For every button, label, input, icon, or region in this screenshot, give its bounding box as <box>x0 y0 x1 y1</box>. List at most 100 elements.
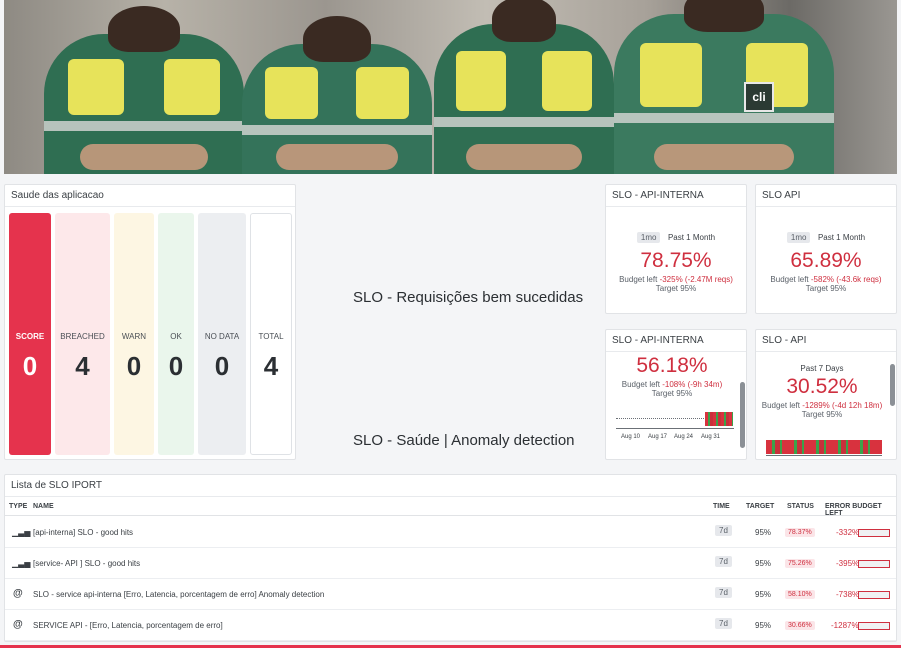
error-budget-value: -395% <box>836 559 860 568</box>
col-status[interactable]: STATUS <box>787 503 814 510</box>
error-budget-bar <box>858 622 890 630</box>
budget-prefix: Budget left <box>761 401 803 410</box>
status-badge: 58.10% <box>785 590 815 599</box>
slo-name[interactable]: SERVICE API - [Erro, Latencia, porcentag… <box>33 621 223 630</box>
time-badge: 7d <box>715 587 732 598</box>
banner-worker <box>614 0 834 174</box>
budget-left: Budget left -108% (-9h 34m) <box>606 380 738 389</box>
col-name[interactable]: NAME <box>33 503 54 510</box>
warn-tile[interactable]: WARN 0 <box>114 213 154 455</box>
history-bar <box>766 440 882 454</box>
ok-tile[interactable]: OK 0 <box>158 213 194 455</box>
slo-api-interna-anomaly-card[interactable]: SLO - API-INTERNA 56.18% Budget left -10… <box>605 329 747 460</box>
error-budget-bar <box>858 591 890 599</box>
target-value: 95% <box>755 559 772 568</box>
status-badge: 75.26% <box>785 559 815 568</box>
slo-api-card[interactable]: SLO API 1mo Past 1 Month 65.89% Budget l… <box>755 184 897 314</box>
error-budget-bar <box>858 529 890 537</box>
target-value: 95% <box>755 621 772 630</box>
banner-worker <box>242 16 432 174</box>
slo-target: Target 95% <box>655 284 697 293</box>
slo-value: 56.18% <box>636 354 708 377</box>
axis-tick-label: Aug 17 <box>648 434 668 440</box>
slo-name[interactable]: SLO - service api-interna [Erro, Latenci… <box>33 590 324 599</box>
target-value: 95% <box>755 590 772 599</box>
anomaly-section-title: SLO - Saúde | Anomaly detection <box>353 432 575 449</box>
scrollbar[interactable] <box>890 364 895 406</box>
history-baseline <box>616 418 706 419</box>
bar-chart-icon: ▁▃▅ <box>12 528 31 537</box>
error-budget-value: -738% <box>836 590 860 599</box>
budget-left: Budget left -1289% (-4d 12h 18m) <box>756 401 888 410</box>
total-tile[interactable]: TOTAL 4 <box>250 213 292 455</box>
col-target[interactable]: TARGET <box>746 503 774 510</box>
tile-value: 4 <box>75 351 90 381</box>
time-window-badge: 1mo <box>636 232 661 243</box>
bar-chart-icon: ▁▃▅ <box>12 559 31 568</box>
slo-card-title: SLO - API <box>756 330 896 352</box>
slo-card-title: SLO API <box>756 185 896 207</box>
axis-tick-label: Aug 31 <box>701 434 721 440</box>
company-logo-icon: cli <box>744 82 774 112</box>
slo-list-title: Lista de SLO IPORT <box>5 475 896 497</box>
saude-card: Saude das aplicacao SCORE 0 BREACHED 4 W… <box>4 184 296 460</box>
budget-left: Budget left -582% (-43.6k reqs) <box>756 275 896 284</box>
axis-tick-label: Aug 24 <box>674 434 694 440</box>
budget-value: -1289% (-4d 12h 18m) <box>802 401 883 410</box>
slo-target: Target 95% <box>805 284 847 293</box>
tile-label: WARN <box>121 332 147 341</box>
table-header: TYPE NAME TIME TARGET STATUS ERROR BUDGE… <box>5 498 896 517</box>
slo-target: Target 95% <box>651 389 693 398</box>
table-row[interactable]: ▁▃▅ [service- API ] SLO - good hits 7d 9… <box>5 548 896 579</box>
budget-value: -108% (-9h 34m) <box>662 380 723 389</box>
slo-api-interna-card[interactable]: SLO - API-INTERNA 1mo Past 1 Month 78.75… <box>605 184 747 314</box>
slo-target: Target 95% <box>801 410 843 419</box>
budget-left: Budget left -325% (-2.47M reqs) <box>606 275 746 284</box>
tile-value: 4 <box>263 351 279 381</box>
breached-tile[interactable]: BREACHED 4 <box>55 213 110 455</box>
score-tile[interactable]: SCORE 0 <box>9 213 51 455</box>
col-time[interactable]: TIME <box>713 503 730 510</box>
tile-label: NO DATA <box>204 332 240 341</box>
history-bar <box>705 412 733 426</box>
col-error-budget[interactable]: ERROR BUDGET LEFT <box>825 503 896 517</box>
budget-value: -582% (-43.6k reqs) <box>810 275 882 284</box>
slo-card-title: SLO - API-INTERNA <box>606 330 746 352</box>
status-badge: 78.37% <box>785 528 815 537</box>
banner-worker <box>434 0 614 174</box>
tile-value: 0 <box>126 351 142 381</box>
slo-name[interactable]: [service- API ] SLO - good hits <box>33 559 140 568</box>
axis-tick-label: Aug 10 <box>621 434 641 440</box>
budget-prefix: Budget left <box>619 275 660 284</box>
no-data-tile[interactable]: NO DATA 0 <box>198 213 246 455</box>
slo-name[interactable]: [api-interna] SLO - good hits <box>33 528 133 537</box>
time-window-label: Past 1 Month <box>667 233 716 242</box>
monitor-icon: @ <box>13 588 23 599</box>
slo-api-anomaly-card[interactable]: SLO - API Past 7 Days 30.52% Budget left… <box>755 329 897 460</box>
time-badge: 7d <box>715 618 732 629</box>
table-row[interactable]: @ SERVICE API - [Erro, Latencia, porcent… <box>5 610 896 641</box>
error-budget-value: -332% <box>836 528 860 537</box>
table-row[interactable]: ▁▃▅ [api-interna] SLO - good hits 7d 95%… <box>5 517 896 548</box>
slo-value: 30.52% <box>786 375 858 398</box>
budget-prefix: Budget left <box>770 275 811 284</box>
time-window-badge: 1mo <box>786 232 811 243</box>
table-row[interactable]: @ SLO - service api-interna [Erro, Laten… <box>5 579 896 610</box>
slo-value: 65.89% <box>790 249 862 272</box>
error-budget-value: -1287% <box>831 621 859 630</box>
time-badge: 7d <box>715 525 732 536</box>
time-badge: 7d <box>715 556 732 567</box>
slo-card-title: SLO - API-INTERNA <box>606 185 746 207</box>
time-window-label: Past 1 Month <box>817 233 866 242</box>
tile-value: 0 <box>168 351 184 381</box>
error-budget-bar <box>858 560 890 568</box>
tile-label: TOTAL <box>258 332 284 341</box>
banner-worker <box>44 6 244 174</box>
saude-title: Saude das aplicacao <box>5 185 295 207</box>
tile-label: SCORE <box>15 332 45 341</box>
dashboard: cli Saude das aplicacao SCORE 0 BREACHED… <box>0 0 901 648</box>
col-type[interactable]: TYPE <box>9 503 27 510</box>
status-badge: 30.66% <box>785 621 815 630</box>
slo-value: 78.75% <box>640 249 712 272</box>
scrollbar[interactable] <box>740 382 745 448</box>
